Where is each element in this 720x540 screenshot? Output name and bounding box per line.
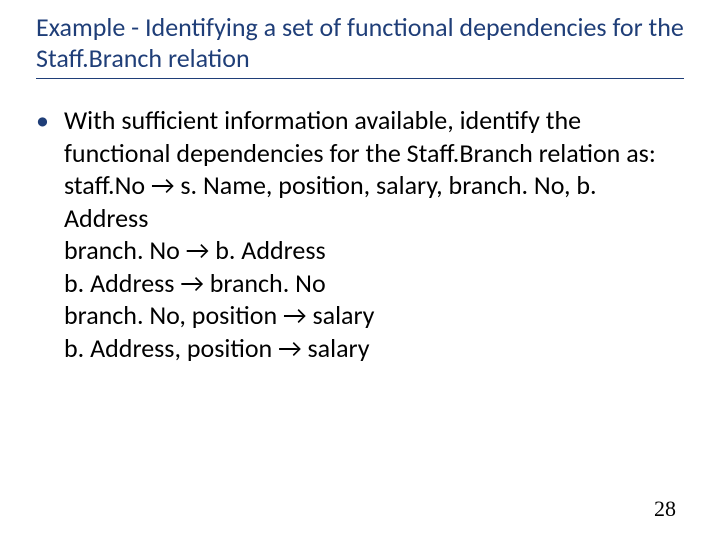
dependency-line: b. Address, position → salary	[64, 332, 684, 365]
page-number: 28	[654, 496, 676, 522]
bullet-text: With sufficient information available, i…	[64, 104, 684, 364]
slide: Example - Identifying a set of functiona…	[0, 0, 720, 540]
dependency-line: branch. No → b. Address	[64, 234, 684, 267]
dependency-line: staff.No → s. Name, position, salary, br…	[64, 169, 684, 234]
bullet-dot-icon: •	[36, 104, 64, 137]
slide-title: Example - Identifying a set of functiona…	[36, 12, 684, 79]
title-block: Example - Identifying a set of functiona…	[36, 12, 684, 79]
body-block: • With sufficient information available,…	[36, 104, 684, 364]
dependency-line: b. Address → branch. No	[64, 267, 684, 300]
dependency-line: branch. No, position → salary	[64, 299, 684, 332]
bullet-item: • With sufficient information available,…	[36, 104, 684, 364]
bullet-lead: With sufficient information available, i…	[64, 104, 684, 169]
